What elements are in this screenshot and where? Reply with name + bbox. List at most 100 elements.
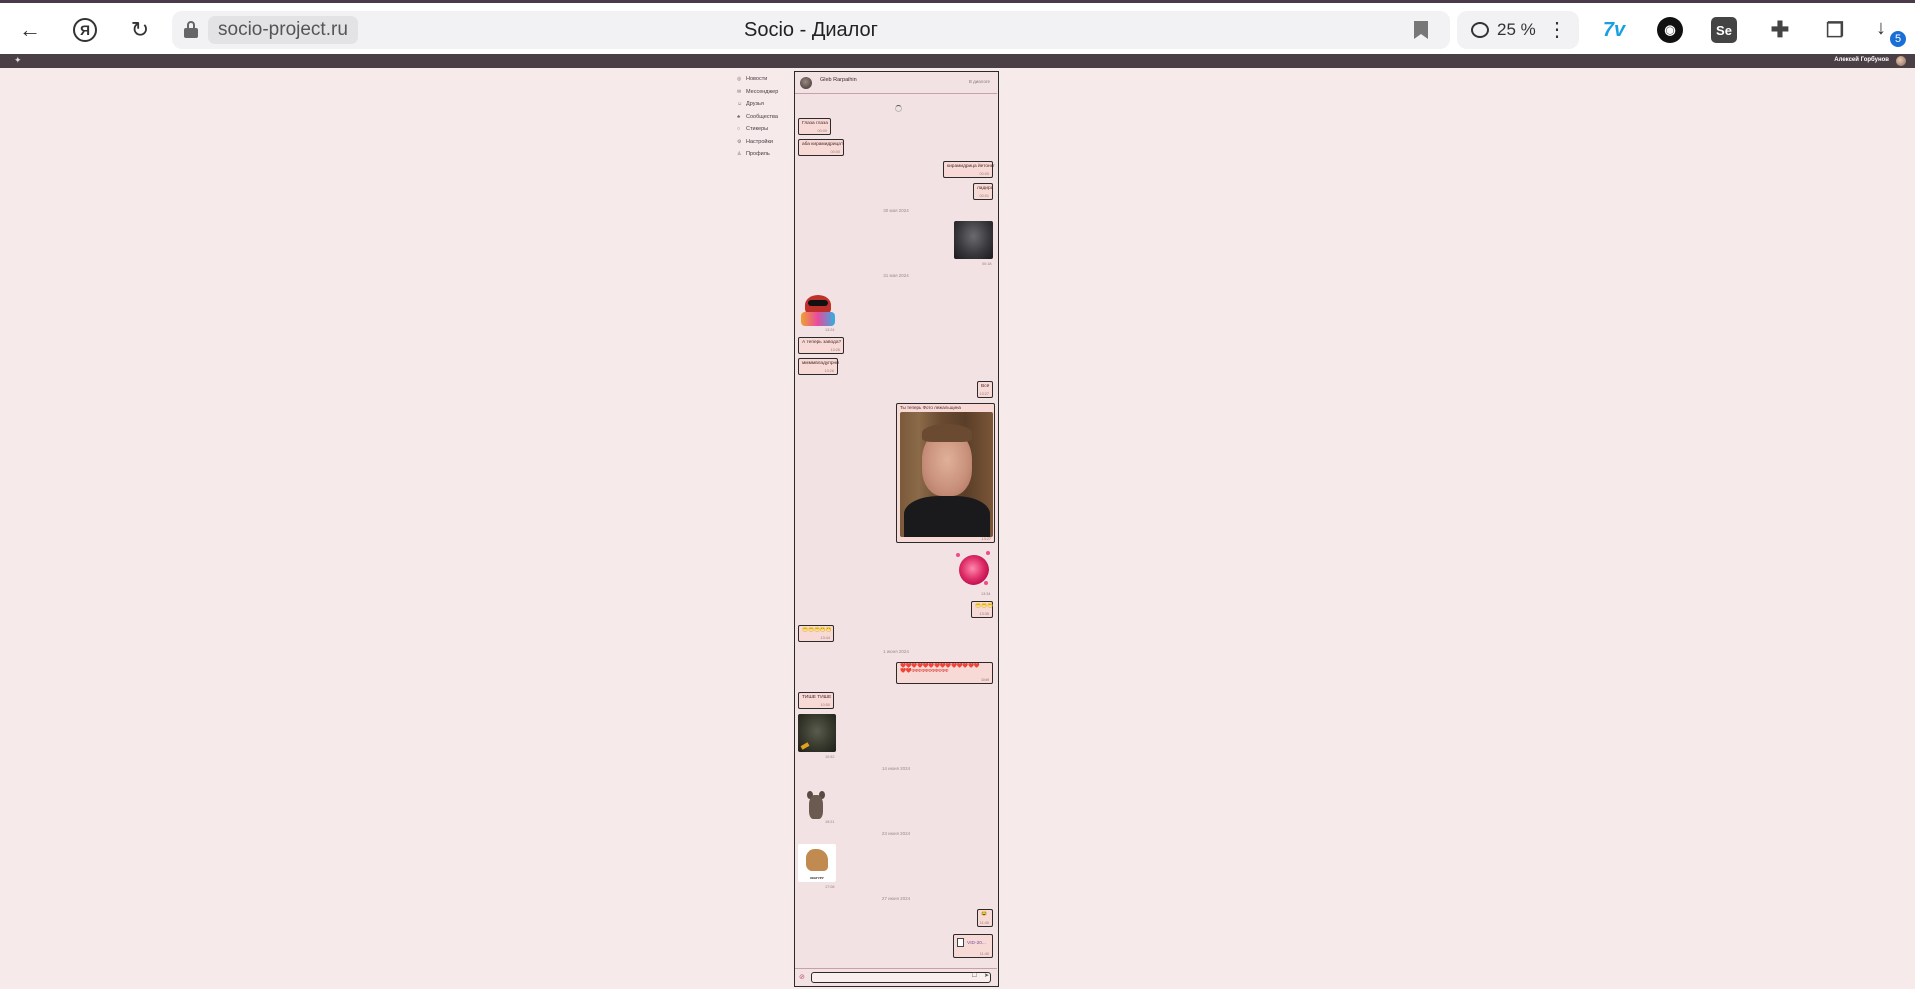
stickers-icon: ○ xyxy=(737,126,741,133)
message-bubble[interactable]: 😁😁😁😁😁 13:44 xyxy=(798,625,834,642)
settings-icon: ⚙ xyxy=(737,138,742,145)
message-photo[interactable] xyxy=(900,412,993,537)
message-time: 13:26 xyxy=(824,369,834,373)
message-input[interactable] xyxy=(811,972,991,983)
date-separator: 27 июня 2024 xyxy=(881,896,911,901)
friends-icon: ☺ xyxy=(737,101,743,108)
message-time: 00:01 xyxy=(979,194,989,198)
message-composer: ⊘ ☐ ➤ xyxy=(795,968,997,986)
date-separator: 1 июня 2024 xyxy=(883,649,909,654)
sidebar-item-news[interactable]: ◎ Новости xyxy=(737,73,797,86)
message-time: 11:40 xyxy=(979,921,989,925)
message-bubble[interactable]: ммммвладупрни 13:26 xyxy=(798,358,839,375)
message-time: 10:49 xyxy=(980,678,989,682)
date-separator: 30 мая 2024 xyxy=(883,208,909,213)
message-time: 13:27 xyxy=(981,537,991,541)
send-icon[interactable]: ➤ xyxy=(984,972,989,979)
message-sticker[interactable] xyxy=(801,787,831,823)
sidebar-item-settings[interactable]: ⚙ Настройки xyxy=(737,136,797,149)
extension-translate-icon[interactable]: 7v xyxy=(1601,17,1627,43)
message-bubble[interactable]: аба кирамидрица? 00:00 xyxy=(798,139,844,156)
sidebar-item-label: Друзья xyxy=(746,101,764,108)
message-sticker[interactable]: КЕНГУРУ xyxy=(798,844,836,882)
browser-toolbar: ← Я ↻ socio-project.ru Socio - Диалог 25… xyxy=(0,0,1915,54)
extension-selenium-icon[interactable]: Se xyxy=(1711,17,1737,43)
message-text: Глаза глаза xyxy=(802,121,828,126)
message-sticker[interactable] xyxy=(956,551,992,591)
message-text: ТИШЕ ТИШЕ xyxy=(802,695,832,700)
sidebar-item-label: Новости xyxy=(746,76,768,83)
message-photo[interactable] xyxy=(798,714,836,752)
message-bubble[interactable]: 😁😁😁 13:35 xyxy=(971,601,993,618)
message-sticker[interactable] xyxy=(798,292,838,332)
message-bubble[interactable]: Глаза глаза 00:00 xyxy=(798,118,831,135)
message-text: кирамидрица йетоньг xyxy=(947,164,995,169)
sticker-caption: КЕНГУРУ xyxy=(810,876,824,880)
avatar[interactable] xyxy=(1896,56,1906,66)
message-time: 13:24 xyxy=(825,328,835,332)
message-time: 13:27 xyxy=(979,392,989,396)
message-time: 00:00 xyxy=(817,129,827,133)
message-photo-with-caption[interactable]: Ты теперь Фото лежальщина 13:27 xyxy=(896,403,995,543)
site-logo-icon[interactable]: ✦ xyxy=(14,55,22,66)
message-bubble[interactable]: ТИШЕ ТИШЕ 10:50 xyxy=(798,692,834,709)
file-name[interactable]: VID-20... xyxy=(967,941,986,946)
message-text: ❤️❤️ФФФФФФФФФФФ xyxy=(900,669,949,674)
site-header: ✦ Алексей Горбунов xyxy=(0,54,1915,68)
message-time: 13:35 xyxy=(979,612,989,616)
message-bubble[interactable]: А теперь завода? 13:26 xyxy=(798,337,844,354)
message-time: 13:44 xyxy=(820,636,830,640)
zoom-control[interactable]: 25 % ⋮ xyxy=(1457,11,1579,49)
contact-status: В диалоге xyxy=(968,79,990,84)
message-text: ладира xyxy=(977,186,994,191)
more-icon[interactable]: ⋮ xyxy=(1547,17,1567,42)
message-bubble[interactable]: кирамидрица йетоньг 00:00 xyxy=(943,161,995,178)
date-separator: 23 июня 2024 xyxy=(881,831,911,836)
zoom-level: 25 % xyxy=(1497,20,1536,39)
message-time: 13:26 xyxy=(830,348,840,352)
photo-caption: Ты теперь Фото лежальщина xyxy=(900,405,961,410)
attach-paperclip-icon[interactable]: ⊘ xyxy=(799,973,805,981)
date-separator: 14 июня 2024 xyxy=(881,766,911,771)
communities-icon: ♣ xyxy=(737,113,741,120)
emoji-icon[interactable]: ☐ xyxy=(972,972,977,979)
address-bar[interactable]: socio-project.ru Socio - Диалог xyxy=(172,11,1450,49)
message-text: 😁😁😁 xyxy=(975,604,993,609)
message-time: 00:18 xyxy=(982,262,992,266)
sidebar-item-messenger[interactable]: ✉ Мессенджер xyxy=(737,86,797,99)
message-file[interactable]: VID-20... 11:40 xyxy=(953,934,993,958)
sidebar-item-label: Стикеры xyxy=(746,126,769,133)
sidebar-item-friends[interactable]: ☺ Друзья xyxy=(737,98,797,111)
message-time: 11:40 xyxy=(979,952,989,956)
sidebar-item-stickers[interactable]: ○ Стикеры xyxy=(737,123,797,136)
yandex-icon[interactable]: Я xyxy=(67,12,103,48)
zoom-icon xyxy=(1471,22,1489,38)
contact-name[interactable]: Gleb Rarpaihin xyxy=(820,77,857,83)
sidebar-nav: ◎ Новости ✉ Мессенджер ☺ Друзья ♣ Сообщества… xyxy=(737,73,797,161)
extension-cards-icon[interactable]: ❐ xyxy=(1822,17,1848,43)
download-icon[interactable]: ↓ 5 xyxy=(1876,17,1906,47)
current-user-name[interactable]: Алексей Горбунов xyxy=(1834,57,1889,63)
message-bubble[interactable]: ладира 00:01 xyxy=(973,183,993,200)
extension-github-icon[interactable]: ◉ xyxy=(1657,17,1683,43)
message-text: 😂 xyxy=(981,912,987,917)
news-icon: ◎ xyxy=(737,76,742,83)
page-title: Socio - Диалог xyxy=(744,19,878,41)
message-time: 13:34 xyxy=(981,592,991,596)
message-bubble[interactable]: Всё 13:27 xyxy=(977,381,993,398)
avatar[interactable] xyxy=(800,77,812,89)
sidebar-item-profile[interactable]: ♙ Профиль xyxy=(737,148,797,161)
message-text: 😁😁😁😁😁 xyxy=(802,628,832,633)
message-text: ммммвладупрни xyxy=(802,361,839,366)
message-photo[interactable] xyxy=(954,221,993,259)
message-bubble[interactable]: 😂 11:40 xyxy=(977,909,993,927)
sidebar-item-communities[interactable]: ♣ Сообщества xyxy=(737,111,797,124)
messenger-icon: ✉ xyxy=(737,88,742,95)
loading-spinner-icon xyxy=(895,105,902,112)
message-time: 10:50 xyxy=(820,703,830,707)
back-arrow-icon[interactable]: ← xyxy=(12,12,48,48)
message-bubble[interactable]: ❤️❤️❤️❤️❤️❤️❤️❤️❤️❤️❤️❤️❤️❤️ ❤️❤️ФФФФФФФ… xyxy=(896,662,993,684)
reload-icon[interactable]: ↻ xyxy=(122,12,158,48)
file-icon xyxy=(957,938,964,947)
extensions-puzzle-icon[interactable]: ✚ xyxy=(1767,17,1793,43)
